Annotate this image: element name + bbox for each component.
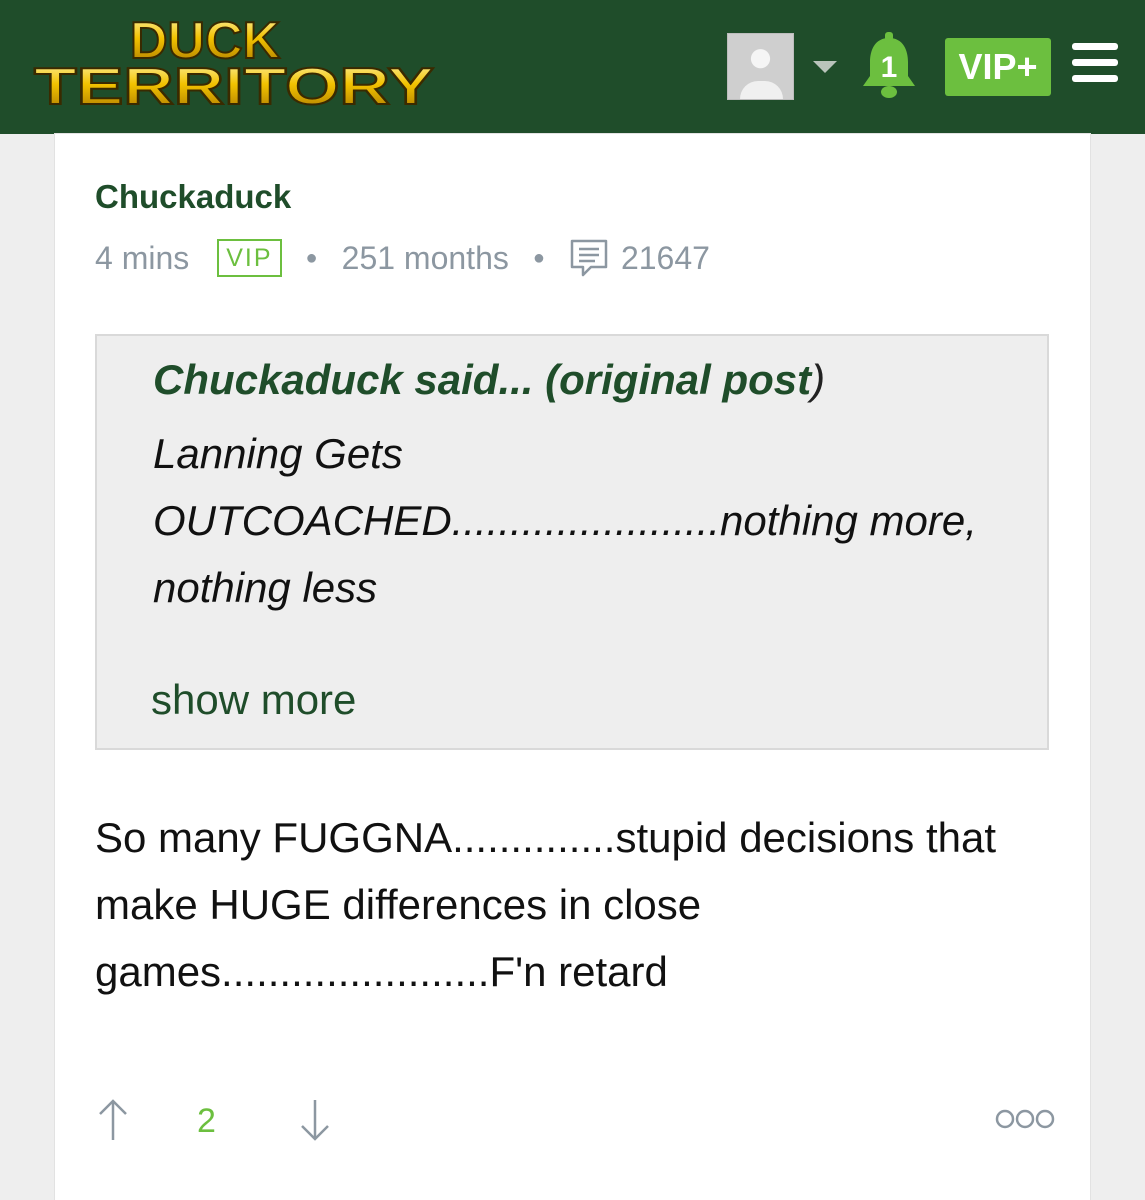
post-card: Chuckaduck 4 mins VIP ● 251 months ● 216…: [55, 134, 1090, 1200]
logo-line2: TERRITORY: [34, 58, 434, 116]
vote-bar: 2: [95, 1090, 1055, 1150]
post-count: 21647: [620, 239, 710, 276]
quote-header-close: ): [811, 356, 826, 403]
quoted-post: Chuckaduck said... (original post) Lanni…: [95, 334, 1049, 750]
post-body: So many FUGGNA..............stupid decis…: [95, 814, 997, 995]
post-time: 4 mins: [95, 239, 190, 276]
vip-badge: VIP: [217, 239, 282, 277]
bell-icon[interactable]: 1: [858, 32, 920, 102]
comment-icon: [570, 239, 608, 277]
post-author[interactable]: Chuckaduck: [95, 178, 291, 216]
meta-separator: ●: [305, 246, 318, 269]
notification-count: 1: [881, 51, 898, 84]
vip-plus-button[interactable]: VIP+: [945, 38, 1051, 96]
meta-separator: ●: [532, 246, 545, 269]
show-more-link[interactable]: show more: [151, 676, 356, 724]
vote-score: 2: [197, 1102, 216, 1140]
membership-duration: 251 months: [341, 239, 509, 276]
duck-territory-logo[interactable]: DUCK TERRITORY: [30, 8, 450, 126]
hamburger-menu-icon[interactable]: [1072, 43, 1118, 83]
quote-header[interactable]: Chuckaduck said... (original post): [153, 356, 825, 404]
more-options-icon[interactable]: [995, 1106, 1055, 1132]
arrow-up-icon[interactable]: [95, 1098, 131, 1142]
quote-body: Lanning Gets OUTCOACHED.................…: [153, 430, 977, 611]
quote-header-text: Chuckaduck said... (original post: [153, 356, 812, 403]
user-avatar[interactable]: [727, 33, 794, 100]
arrow-down-icon[interactable]: [297, 1098, 333, 1142]
post-meta: 4 mins VIP ● 251 months ● 21647: [95, 234, 710, 282]
site-header: DUCK TERRITORY 1 VIP+: [0, 0, 1145, 134]
caret-down-icon[interactable]: [813, 61, 837, 73]
